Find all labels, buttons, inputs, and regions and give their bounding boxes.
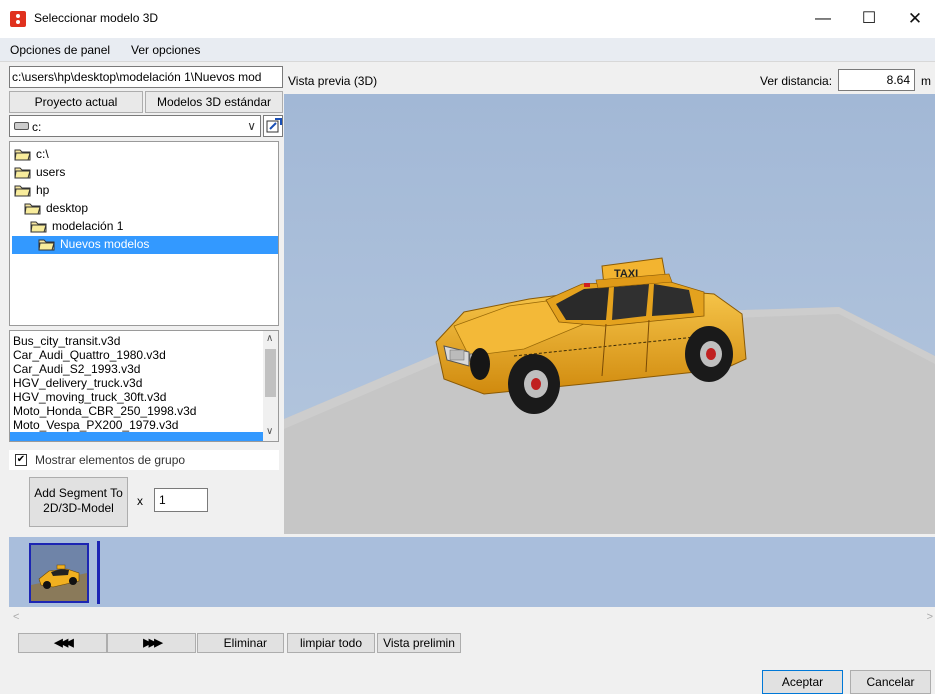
window-title: Seleccionar modelo 3D	[34, 11, 159, 25]
thumbnail-scrollbar[interactable]: < >	[9, 609, 935, 627]
menu-view-options[interactable]: Ver opciones	[131, 43, 200, 57]
drive-icon	[14, 122, 29, 130]
folder-open-icon	[38, 239, 55, 251]
folder-icon	[30, 221, 47, 233]
distance-unit: m	[921, 74, 931, 88]
add-segment-label-line2: 2D/3D-Model	[43, 501, 114, 515]
folder-icon	[14, 185, 31, 197]
forward-button[interactable]: ▶▶▶	[107, 633, 196, 653]
tab-current-project[interactable]: Proyecto actual	[9, 91, 143, 113]
taxi-3d-model: TAXI	[284, 94, 935, 534]
add-segment-label-line1: Add Segment To	[34, 486, 123, 500]
scroll-left-icon[interactable]: <	[13, 611, 19, 623]
distance-input[interactable]: 8.64	[838, 69, 915, 91]
list-item-selected[interactable]	[10, 432, 264, 441]
new-folder-button[interactable]	[263, 115, 283, 137]
tree-node-nuevos-modelos[interactable]: Nuevos modelos	[12, 236, 278, 254]
menu-bar: Opciones de panel Ver opciones	[0, 38, 935, 62]
menu-panel-options[interactable]: Opciones de panel	[10, 43, 110, 57]
list-item[interactable]: Bus_city_transit.v3d	[13, 334, 120, 348]
chevron-down-icon: ∨	[247, 119, 256, 133]
folder-icon	[24, 203, 41, 215]
minimize-button[interactable]: —	[800, 0, 846, 38]
drive-label: c:	[32, 120, 42, 134]
delete-button[interactable]: Eliminar	[197, 633, 284, 653]
close-button[interactable]: ✕	[892, 0, 935, 38]
scroll-down-icon[interactable]: ∨	[266, 426, 273, 437]
scroll-right-icon[interactable]: >	[927, 611, 933, 623]
add-segment-button[interactable]: Add Segment To 2D/3D-Model	[29, 477, 128, 527]
file-list-scrollbar[interactable]: ∧ ∨	[263, 331, 278, 441]
show-group-elements-row[interactable]: ✔ Mostrar elementos de grupo	[9, 450, 279, 470]
model-thumbnail[interactable]	[29, 543, 89, 603]
model-file-list[interactable]: Bus_city_transit.v3d Car_Audi_Quattro_19…	[9, 330, 279, 442]
scroll-up-icon[interactable]: ∧	[266, 333, 273, 344]
multiplier-label: x	[137, 494, 143, 508]
preview-header: Vista previa (3D) Ver distancia: 8.64 m	[284, 64, 935, 94]
quick-preview-button[interactable]: Vista prelimin	[377, 633, 461, 653]
list-item[interactable]: HGV_moving_truck_30ft.v3d	[13, 390, 166, 404]
list-item[interactable]: Moto_Honda_CBR_250_1998.v3d	[13, 404, 196, 418]
scrollbar-thumb[interactable]	[265, 349, 276, 397]
show-group-elements-checkbox[interactable]: ✔	[15, 454, 27, 466]
folder-tree[interactable]: c:\ users hp desktop modelación 1 Nuevos…	[9, 141, 279, 326]
folder-icon	[14, 167, 31, 179]
list-item[interactable]: Moto_Vespa_PX200_1979.v3d	[13, 418, 178, 432]
drive-select[interactable]: c: ∨	[9, 115, 261, 137]
clear-all-button[interactable]: limpiar todo	[287, 633, 375, 653]
title-bar: Seleccionar modelo 3D — ☐ ✕	[0, 0, 935, 38]
multiplier-input[interactable]: 1	[154, 488, 208, 512]
rewind-button[interactable]: ◀◀◀	[18, 633, 107, 653]
app-icon	[10, 11, 26, 27]
thumbnail-cursor	[97, 541, 100, 604]
list-item[interactable]: HGV_delivery_truck.v3d	[13, 376, 142, 390]
preview-title: Vista previa (3D)	[288, 74, 378, 88]
tab-standard-models[interactable]: Modelos 3D estándar	[145, 91, 283, 113]
maximize-button[interactable]: ☐	[846, 0, 892, 38]
folder-icon	[14, 149, 31, 161]
list-item[interactable]: Car_Audi_S2_1993.v3d	[13, 362, 140, 376]
list-item[interactable]: Car_Audi_Quattro_1980.v3d	[13, 348, 166, 362]
show-group-elements-label: Mostrar elementos de grupo	[35, 453, 186, 467]
thumbnail-strip	[9, 537, 935, 607]
left-panel: c:\users\hp\desktop\modelación 1\Nuevos …	[9, 64, 283, 534]
preview-viewport[interactable]: TAXI	[284, 94, 935, 534]
distance-label: Ver distancia:	[760, 74, 833, 88]
new-folder-icon	[266, 118, 282, 133]
accept-button[interactable]: Aceptar	[762, 670, 843, 694]
path-field[interactable]: c:\users\hp\desktop\modelación 1\Nuevos …	[9, 66, 283, 88]
taxi-thumbnail-image	[31, 545, 87, 601]
cancel-button[interactable]: Cancelar	[850, 670, 931, 694]
